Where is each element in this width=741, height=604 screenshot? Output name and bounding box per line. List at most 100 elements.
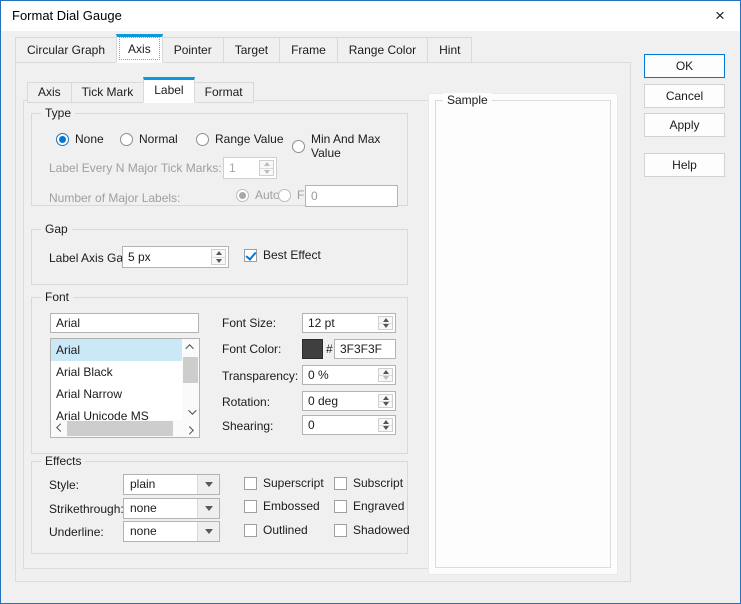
effects-group: Effects Style: plain Strikethrough: none… [31,461,408,554]
horizontal-scrollbar[interactable] [51,420,199,437]
dropdown-arrow-icon[interactable] [197,475,219,494]
style-dropdown[interactable]: plain [123,474,220,495]
font-size-label: Font Size: [222,315,276,331]
font-group-legend: Font [41,290,73,304]
label-axis-gap-label: Label Axis Gap: [49,250,133,266]
radio-icon [196,133,209,146]
superscript-checkbox[interactable]: Superscript [244,476,324,490]
font-name-field[interactable] [50,313,199,333]
spin-down-icon[interactable] [379,426,392,432]
close-icon[interactable]: × [710,6,730,26]
dropdown-value: none [130,499,157,518]
scroll-right-icon[interactable] [183,420,199,437]
format-dial-gauge-dialog: Format Dial Gauge × Circular Graph Axis … [0,0,741,604]
spin-down-icon[interactable] [379,402,392,408]
tab-target[interactable]: Target [223,37,280,63]
underline-label: Underline: [49,524,104,540]
best-effect-checkbox[interactable]: Best Effect [244,248,321,262]
subtab-label[interactable]: Label [143,77,194,103]
help-button[interactable]: Help [644,153,725,177]
rotation-input[interactable] [303,392,376,410]
transparency-spinner[interactable] [302,365,396,385]
font-name-input[interactable] [51,314,198,332]
checkbox-label: Superscript [263,476,324,490]
font-color-swatch[interactable] [302,339,323,359]
tab-range-color[interactable]: Range Color [337,37,428,63]
font-list-item-selected[interactable]: Arial [51,339,182,361]
font-size-input[interactable] [303,314,376,332]
shadowed-checkbox[interactable]: Shadowed [334,523,410,537]
vertical-scrollbar-thumb[interactable] [183,357,198,383]
fixed-count-field [305,185,398,207]
tab-frame[interactable]: Frame [279,37,338,63]
font-list-item[interactable]: Arial Narrow [51,383,182,405]
rotation-spinner[interactable] [302,391,396,411]
embossed-checkbox[interactable]: Embossed [244,499,320,513]
horizontal-scrollbar-thumb[interactable] [67,421,173,436]
spin-down-icon[interactable] [379,324,392,330]
dropdown-arrow-icon[interactable] [197,522,219,541]
radio-label: Min And Max Value [311,132,407,160]
titlebar[interactable]: Format Dial Gauge × [1,1,740,31]
label-axis-gap-spinner[interactable] [122,246,229,268]
type-group: Type None Normal Range Value Min And Max… [31,113,408,206]
scroll-up-icon[interactable] [182,339,199,355]
radio-none[interactable]: None [56,132,104,146]
radio-min-max-value[interactable]: Min And Max Value [292,132,407,160]
outlined-checkbox[interactable]: Outlined [244,523,308,537]
tab-pointer[interactable]: Pointer [162,37,224,63]
shearing-input[interactable] [303,416,376,434]
vertical-scrollbar[interactable] [182,339,199,420]
main-tab-bar: Circular Graph Axis Pointer Target Frame… [15,34,471,63]
spin-down-icon[interactable] [379,376,392,382]
label-every-n-label: Label Every N Major Tick Marks: [49,160,222,176]
font-list-item[interactable]: Arial Unicode MS [51,405,182,420]
spinner-buttons [211,249,226,265]
checkbox-label: Embossed [263,499,320,513]
gap-group-legend: Gap [41,222,72,236]
font-color-hex-field[interactable] [334,339,396,359]
spin-down-icon[interactable] [212,258,225,265]
scroll-left-icon[interactable] [51,420,67,437]
checkbox-icon [334,477,347,490]
font-color-hex-input[interactable] [335,340,395,358]
cancel-button[interactable]: Cancel [644,84,725,108]
radio-label: Range Value [215,132,284,146]
tab-hint[interactable]: Hint [427,37,472,63]
shearing-spinner[interactable] [302,415,396,435]
underline-dropdown[interactable]: none [123,521,220,542]
font-list-item[interactable]: Arial Black [51,361,182,383]
fixed-count-input [306,186,397,206]
radio-normal[interactable]: Normal [120,132,178,146]
radio-icon [120,133,133,146]
tab-axis[interactable]: Axis [116,34,163,63]
window-title: Format Dial Gauge [12,8,122,23]
checkbox-icon [334,500,347,513]
checkbox-label: Subscript [353,476,403,490]
sample-legend: Sample [443,93,492,107]
tab-circular-graph[interactable]: Circular Graph [15,37,117,63]
label-every-n-input [224,158,257,178]
scroll-down-icon[interactable] [182,404,199,420]
transparency-input[interactable] [303,366,376,384]
number-of-major-label: Number of Major Labels: [49,190,180,206]
strikethrough-dropdown[interactable]: none [123,498,220,519]
dropdown-value: none [130,522,157,541]
radio-range-value[interactable]: Range Value [196,132,284,146]
subtab-axis[interactable]: Axis [27,82,72,103]
subtab-tick-mark[interactable]: Tick Mark [71,82,145,103]
apply-button[interactable]: Apply [644,113,725,137]
dropdown-arrow-icon[interactable] [197,499,219,518]
engraved-checkbox[interactable]: Engraved [334,499,404,513]
label-axis-gap-input[interactable] [123,247,209,267]
spin-down-icon [260,169,273,176]
spin-up-icon[interactable] [212,250,225,258]
subtab-format[interactable]: Format [194,82,254,103]
spinner-buttons [378,394,393,408]
checkbox-label: Shadowed [353,523,410,537]
subscript-checkbox[interactable]: Subscript [334,476,403,490]
sample-preview-area: Sample [435,100,611,568]
font-size-spinner[interactable] [302,313,396,333]
ok-button[interactable]: OK [644,54,725,78]
spinner-buttons [378,418,393,432]
